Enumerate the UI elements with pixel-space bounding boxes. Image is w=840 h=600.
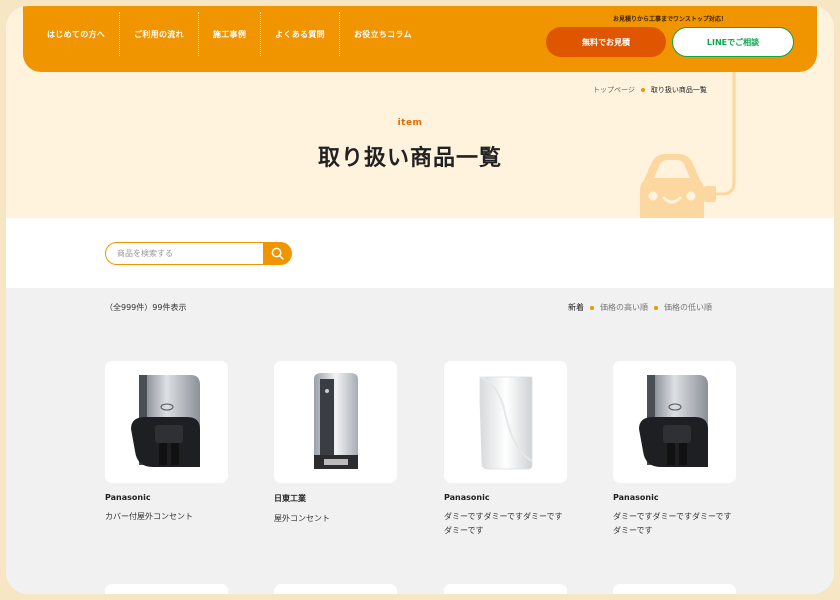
product-image[interactable]	[444, 361, 567, 483]
product-image[interactable]	[274, 361, 397, 483]
page-frame: はじめての方へ ご利用の流れ 施工事例 よくある質問 お役立ちコラム お見積りか…	[6, 6, 834, 594]
search-input[interactable]: 商品を検索する	[105, 242, 265, 265]
search-icon	[271, 247, 284, 260]
ev-charger-covered-image	[131, 375, 200, 467]
page-title: 取り扱い商品一覧	[317, 146, 502, 171]
sort-separator-dot	[654, 305, 658, 310]
outdoor-outlet-image	[314, 373, 358, 469]
product-maker: Panasonic	[105, 493, 151, 502]
product-card[interactable]: Panasonic ダミーですダミーですダミーですダミーです	[444, 361, 567, 538]
product-card[interactable]: 日東工業 屋外コンセント	[274, 361, 397, 526]
product-maker: 日東工業	[274, 494, 306, 503]
sort-separator-dot	[590, 305, 594, 310]
product-card[interactable]	[613, 584, 736, 594]
product-name[interactable]: ダミーですダミーですダミーですダミーです	[613, 510, 736, 538]
breadcrumb-current: 取り扱い商品一覧	[650, 86, 707, 94]
breadcrumb: トップページ 取り扱い商品一覧	[593, 85, 707, 95]
product-name[interactable]: 屋外コンセント	[274, 512, 397, 526]
product-name[interactable]: ダミーですダミーですダミーですダミーです	[444, 510, 567, 538]
site-header: はじめての方へ ご利用の流れ 施工事例 よくある質問 お役立ちコラム お見積りか…	[23, 6, 817, 72]
product-maker: Panasonic	[444, 493, 490, 502]
product-card[interactable]	[105, 584, 228, 594]
product-card[interactable]	[444, 584, 567, 594]
white-charger-image	[479, 376, 533, 470]
breadcrumb-separator-dot	[640, 88, 645, 92]
header-note: お見積りから工事までワンストップ対応！	[613, 16, 727, 23]
search-section: 商品を検索する	[6, 218, 834, 288]
nav-item-faq[interactable]: よくある質問	[261, 12, 340, 56]
ev-charger-covered-image	[639, 375, 708, 467]
breadcrumb-home-link[interactable]: トップページ	[593, 85, 635, 95]
line-consult-button[interactable]: LINEでご相談	[672, 27, 794, 57]
nav-item-cases[interactable]: 施工事例	[199, 12, 262, 56]
global-nav: はじめての方へ ご利用の流れ 施工事例 よくある質問 お役立ちコラム	[33, 12, 426, 56]
page-title-en: item	[397, 118, 423, 128]
product-card[interactable]: Panasonic カバー付屋外コンセント	[105, 361, 228, 524]
sort-options: 新着 価格の高い順 価格の低い順	[568, 302, 712, 313]
search-button[interactable]	[263, 242, 292, 265]
product-card[interactable]: Panasonic ダミーですダミーですダミーですダミーです	[613, 361, 736, 538]
product-name[interactable]: カバー付屋外コンセント	[105, 510, 228, 524]
nav-item-flow[interactable]: ご利用の流れ	[120, 12, 199, 56]
result-count: （全999件）99件表示	[105, 303, 187, 312]
free-estimate-button[interactable]: 無料でお見積	[546, 27, 666, 57]
sort-newest[interactable]: 新着	[568, 302, 584, 313]
product-image[interactable]	[613, 361, 736, 483]
product-image[interactable]	[105, 361, 228, 483]
nav-item-first-time[interactable]: はじめての方へ	[33, 12, 121, 56]
nav-item-column[interactable]: お役立ちコラム	[340, 12, 426, 56]
product-list-section: （全999件）99件表示 新着 価格の高い順 価格の低い順 Panasonic …	[6, 288, 834, 594]
product-card[interactable]	[274, 584, 397, 594]
sort-price-low[interactable]: 価格の低い順	[664, 302, 712, 313]
hero-section: はじめての方へ ご利用の流れ 施工事例 よくある質問 お役立ちコラム お見積りか…	[6, 6, 834, 218]
sort-price-high[interactable]: 価格の高い順	[600, 302, 648, 313]
product-maker: Panasonic	[613, 493, 659, 502]
